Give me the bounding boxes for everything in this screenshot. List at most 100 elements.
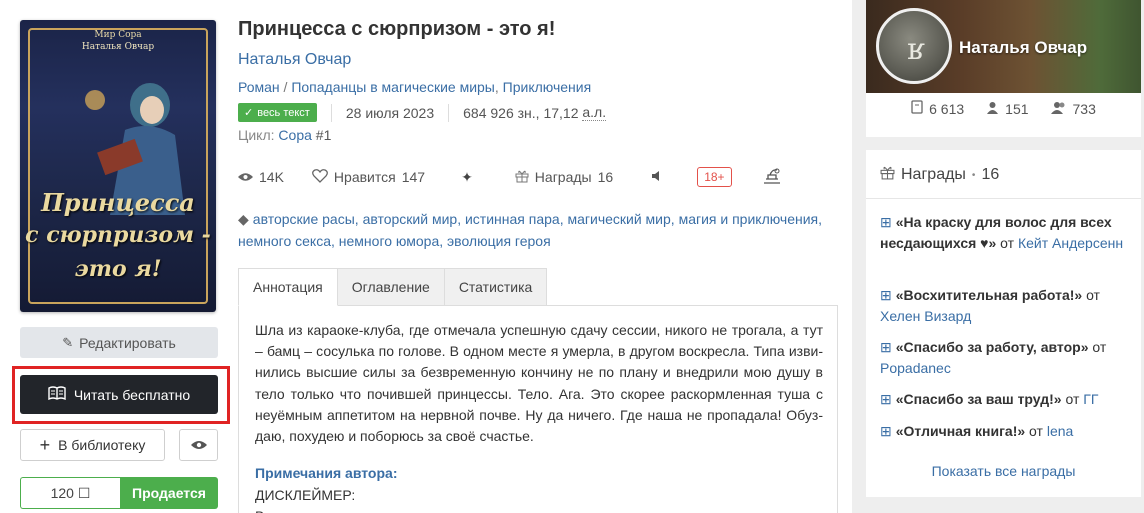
- award-from: от: [1092, 339, 1107, 355]
- book-cover[interactable]: Мир Сора Наталья Овчар Принцесса с сюрпр…: [20, 20, 216, 312]
- award-user-link[interactable]: Popadanec: [880, 360, 951, 376]
- watch-button[interactable]: [179, 429, 218, 461]
- age-rating-badge: 18+: [697, 167, 732, 187]
- content-tabs: Аннотация Оглавление Статистика: [238, 268, 548, 306]
- author-stats: 6 613 151 733: [866, 100, 1141, 117]
- cover-author: Наталья Овчар: [81, 42, 155, 52]
- buy-button[interactable]: Продается: [120, 477, 218, 509]
- cycle-number: #1: [315, 127, 332, 143]
- cover-title-line-1: Принцесса: [41, 188, 195, 217]
- cycle-label: Цикл:: [238, 127, 275, 143]
- award-from: от: [1086, 287, 1100, 303]
- book-stats: 14K Нравится 147 ✦ Награды 16 18+: [238, 166, 782, 188]
- author-sheets-unit[interactable]: а.л.: [582, 104, 607, 121]
- likes-count: 147: [401, 169, 426, 185]
- awards-label: Награды: [534, 169, 592, 185]
- award-user-link[interactable]: ГГ: [1083, 391, 1098, 407]
- sparkle-icon: ✦: [461, 168, 473, 185]
- eye-icon: [238, 169, 253, 185]
- gift-icon: ⊞: [880, 339, 892, 355]
- sparkle-button[interactable]: ✦: [461, 169, 473, 186]
- price-display: 120 ☐: [20, 477, 120, 509]
- heart-icon: [312, 168, 328, 186]
- award-item: ⊞ «Спасибо за работу, автор» от Popadanec: [880, 337, 1130, 379]
- book-size: 684 926 зн., 17,12: [463, 104, 583, 121]
- tab-annotation[interactable]: Аннотация: [238, 268, 338, 306]
- cycle-info: Цикл: Сора #1: [238, 127, 331, 143]
- tag-link[interactable]: немного секса: [238, 233, 331, 249]
- tag-icon: ◆: [238, 211, 249, 227]
- genres-list: Роман / Попаданцы в магические миры, При…: [238, 79, 591, 95]
- svg-text:ʁ: ʁ: [907, 32, 925, 67]
- status-badge-label: весь текст: [257, 106, 310, 119]
- tag-link[interactable]: эволюция героя: [447, 233, 551, 249]
- rules-button[interactable]: [762, 167, 782, 188]
- audio-button[interactable]: [651, 169, 663, 185]
- awards-stat[interactable]: Награды 16: [515, 169, 613, 186]
- book-open-icon: [48, 386, 66, 403]
- author-link[interactable]: Наталья Овчар: [238, 51, 351, 69]
- award-user-link[interactable]: Кейт Андерсенн: [1018, 235, 1123, 251]
- genre-link[interactable]: Роман: [238, 79, 280, 95]
- divider: [330, 103, 332, 122]
- genre-link[interactable]: Приключения: [503, 79, 592, 95]
- gift-icon: [515, 169, 529, 186]
- edit-label: Редактировать: [79, 334, 176, 351]
- archive-icon: [911, 100, 923, 117]
- check-icon: ✓: [244, 107, 254, 119]
- speaker-icon: [651, 169, 663, 185]
- author-friends-count: 151: [1005, 100, 1029, 117]
- show-all-awards-link[interactable]: Показать все награды: [866, 463, 1141, 479]
- award-name: «Восхитительная работа!»: [895, 287, 1083, 303]
- views-stat: 14K: [238, 169, 284, 185]
- read-free-button[interactable]: Читать бесплатно: [20, 375, 218, 414]
- status-badge: ✓ весь текст: [238, 103, 317, 122]
- cover-title-line-2: с сюрпризом -: [25, 222, 211, 248]
- author-avatar[interactable]: ʁ: [876, 8, 952, 84]
- edit-button[interactable]: ✎ Редактировать: [20, 327, 218, 358]
- author-friends-stat[interactable]: 151: [986, 100, 1029, 117]
- tag-link[interactable]: истинная пара: [465, 211, 560, 227]
- author-notes-line: В: [255, 508, 264, 513]
- add-to-library-button[interactable]: + В библиотеку: [20, 429, 165, 461]
- genre-link[interactable]: Попаданцы в магические миры: [291, 79, 495, 95]
- gift-icon: ⊞: [880, 287, 892, 303]
- award-item: ⊞ «На краску для волос для всех несдающих…: [880, 212, 1130, 254]
- award-from: от: [1065, 391, 1080, 407]
- cover-title-line-3: это я!: [74, 256, 162, 282]
- eye-icon: [190, 437, 207, 453]
- tab-statistics[interactable]: Статистика: [444, 268, 548, 306]
- annotation-text: Шла из караоке-клуба, где отмечала успеш…: [255, 322, 823, 445]
- award-item: ⊞ «Спасибо за ваш труд!» от ГГ: [880, 389, 1130, 410]
- awards-panel-title: Награды: [901, 166, 966, 183]
- like-button[interactable]: Нравится 147: [312, 168, 426, 186]
- author-books-stat[interactable]: 6 613: [911, 100, 964, 117]
- awards-count: 16: [597, 169, 614, 185]
- award-name: «Спасибо за ваш труд!»: [895, 391, 1062, 407]
- gift-icon: ⊞: [880, 423, 892, 439]
- award-user-link[interactable]: Хелен Визард: [880, 308, 971, 324]
- cover-series: Мир Сора: [94, 30, 142, 40]
- tag-link[interactable]: магия и приключения: [679, 211, 819, 227]
- book-card: Мир Сора Наталья Овчар Принцесса с сюрпр…: [0, 0, 852, 513]
- author-books-count: 6 613: [929, 100, 965, 117]
- users-icon: [1050, 101, 1067, 117]
- awards-panel-header: Награды • 16: [880, 165, 999, 185]
- award-user-link[interactable]: lena: [1047, 423, 1073, 439]
- tag-link[interactable]: немного юмора: [339, 233, 439, 249]
- awards-panel-count: 16: [981, 166, 1000, 183]
- tag-link[interactable]: авторский мир: [363, 211, 458, 227]
- author-followers-stat[interactable]: 733: [1050, 100, 1096, 117]
- user-icon: [986, 101, 999, 117]
- author-card-name[interactable]: Наталья Овчар: [959, 38, 1087, 58]
- tag-link[interactable]: авторские расы: [253, 211, 355, 227]
- award-name: «Отличная книга!»: [895, 423, 1026, 439]
- cycle-link[interactable]: Сора: [278, 127, 311, 143]
- book-title: Принцесса с сюрпризом - это я!: [238, 18, 556, 40]
- publish-date: 28 июля 2023: [345, 104, 435, 121]
- tag-link[interactable]: магический мир: [567, 211, 670, 227]
- tab-contents[interactable]: Оглавление: [337, 268, 445, 306]
- author-followers-count: 733: [1072, 100, 1096, 117]
- pencil-icon: ✎: [62, 334, 74, 350]
- gift-icon: ⊞: [880, 214, 892, 230]
